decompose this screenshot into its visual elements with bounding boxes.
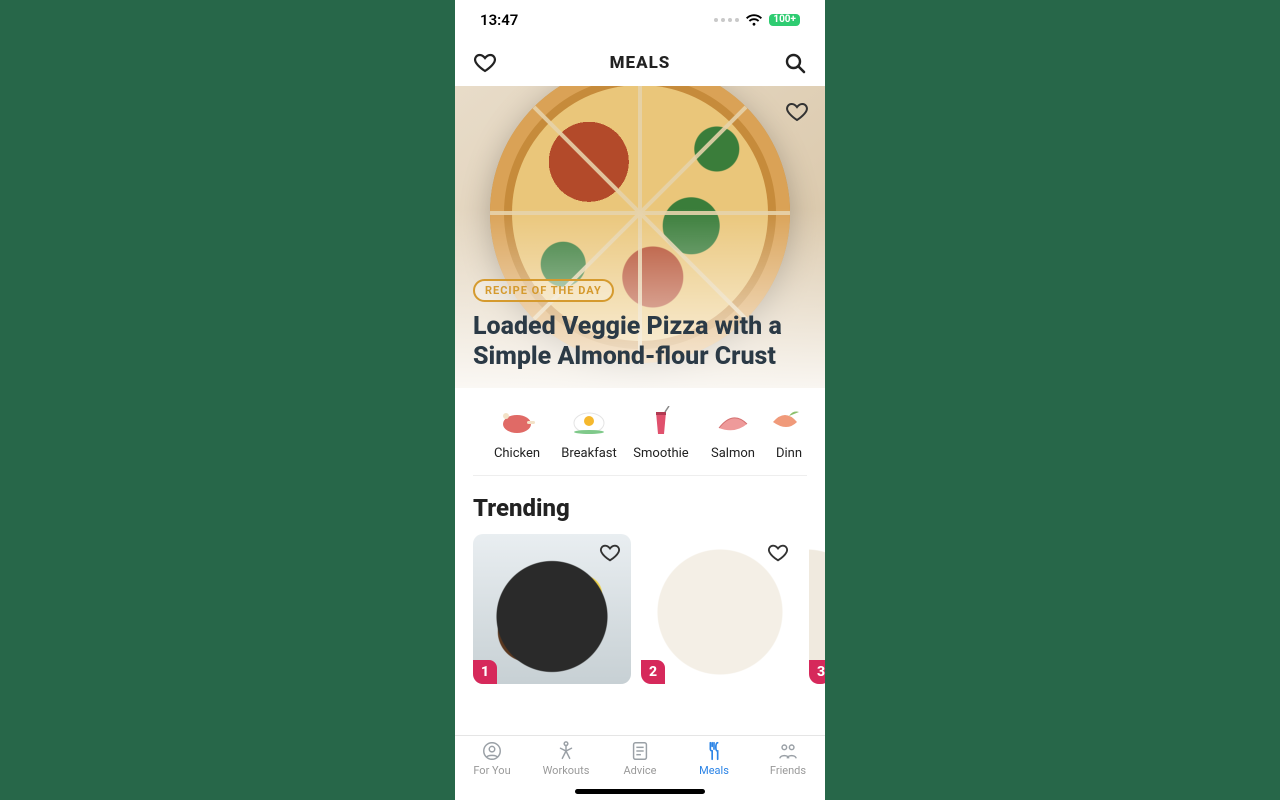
hero-content: RECIPE OF THE DAY Loaded Veggie Pizza wi… bbox=[473, 279, 807, 372]
card-favorite-button[interactable] bbox=[767, 542, 791, 566]
search-button[interactable] bbox=[781, 49, 809, 77]
workout-icon bbox=[554, 740, 578, 762]
category-label: Dinn bbox=[776, 446, 802, 461]
rank-badge: 2 bbox=[641, 660, 665, 684]
cellular-icon bbox=[714, 18, 739, 22]
hero-favorite-button[interactable] bbox=[785, 100, 811, 126]
category-chicken[interactable]: Chicken bbox=[481, 406, 553, 461]
trending-heading: Trending bbox=[473, 494, 807, 522]
category-dinner[interactable]: Dinn bbox=[769, 406, 807, 461]
page-title: MEALS bbox=[610, 53, 671, 73]
profile-icon bbox=[480, 740, 504, 762]
smoothie-icon bbox=[641, 406, 681, 436]
heart-icon bbox=[767, 542, 789, 564]
trending-card-1[interactable]: 1 bbox=[473, 534, 631, 684]
rank-badge: 1 bbox=[473, 660, 497, 684]
status-time: 13:47 bbox=[480, 11, 518, 29]
hero-title: Loaded Veggie Pizza with a Simple Almond… bbox=[473, 312, 807, 372]
category-label: Chicken bbox=[494, 446, 540, 461]
recipe-of-day-badge: RECIPE OF THE DAY bbox=[473, 279, 614, 302]
category-row[interactable]: Chicken Breakfast Smoothie Salmon Dinn bbox=[473, 388, 807, 476]
tab-label: For You bbox=[473, 764, 510, 777]
home-indicator[interactable] bbox=[575, 789, 705, 794]
chicken-icon bbox=[497, 406, 537, 436]
tab-for-you[interactable]: For You bbox=[455, 740, 529, 800]
tab-label: Advice bbox=[624, 764, 657, 777]
document-icon bbox=[628, 740, 652, 762]
rank-badge: 3 bbox=[809, 660, 825, 684]
status-right: 100+ bbox=[714, 13, 800, 27]
category-label: Breakfast bbox=[561, 446, 617, 461]
tab-label: Friends bbox=[770, 764, 806, 777]
heart-icon bbox=[599, 542, 621, 564]
shrimp-icon bbox=[769, 406, 807, 436]
hero-recipe-card[interactable]: RECIPE OF THE DAY Loaded Veggie Pizza wi… bbox=[455, 86, 825, 388]
category-label: Salmon bbox=[711, 446, 755, 461]
heart-icon bbox=[785, 100, 809, 124]
app-header: MEALS bbox=[455, 40, 825, 86]
category-label: Smoothie bbox=[633, 446, 688, 461]
heart-icon bbox=[473, 51, 497, 75]
wifi-icon bbox=[745, 13, 763, 27]
category-breakfast[interactable]: Breakfast bbox=[553, 406, 625, 461]
friends-icon bbox=[776, 740, 800, 762]
tab-label: Workouts bbox=[543, 764, 590, 777]
favorites-button[interactable] bbox=[471, 49, 499, 77]
status-bar: 13:47 100+ bbox=[455, 0, 825, 40]
search-icon bbox=[783, 51, 807, 75]
utensils-icon bbox=[702, 740, 726, 762]
card-favorite-button[interactable] bbox=[599, 542, 623, 566]
trending-card-3[interactable]: 3 bbox=[809, 534, 825, 684]
egg-icon bbox=[569, 406, 609, 436]
trending-card-2[interactable]: 2 bbox=[641, 534, 799, 684]
category-salmon[interactable]: Salmon bbox=[697, 406, 769, 461]
salmon-icon bbox=[713, 406, 753, 436]
tab-friends[interactable]: Friends bbox=[751, 740, 825, 800]
phone-frame: 13:47 100+ MEALS bbox=[455, 0, 825, 800]
battery-indicator: 100+ bbox=[769, 14, 800, 26]
trending-row[interactable]: 1 2 3 bbox=[455, 534, 825, 684]
tab-label: Meals bbox=[699, 764, 729, 777]
category-smoothie[interactable]: Smoothie bbox=[625, 406, 697, 461]
